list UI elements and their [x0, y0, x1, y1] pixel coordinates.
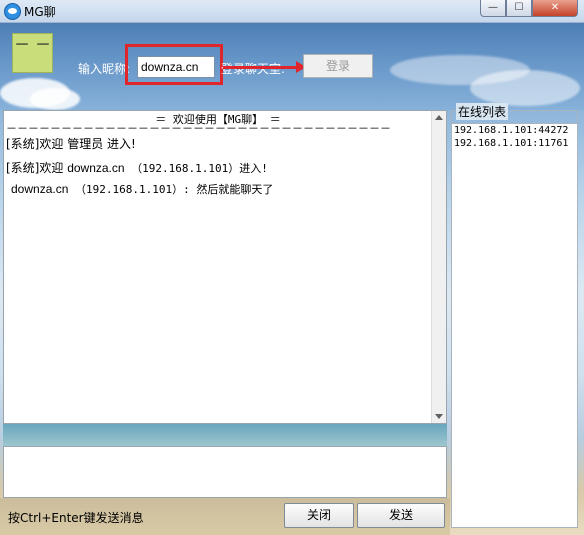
avatar: － － [12, 33, 53, 73]
annotation-arrow-line [223, 66, 299, 69]
online-user-item[interactable]: 192.168.1.101:44272 [454, 125, 568, 136]
app-chat-icon [4, 3, 21, 20]
message-prefix: [系统]欢迎 [6, 161, 68, 175]
title-bar: MG聊 — ☐ ✕ [0, 0, 584, 23]
message-text: （192.168.1.101）进入! [124, 162, 268, 175]
chat-scrollbar[interactable] [431, 111, 446, 423]
minimize-button[interactable]: — [480, 0, 506, 17]
chat-divider: －－－－－－－－－－－－－－－－－－－－－－－－－－－－－－－－－－－ [6, 124, 391, 134]
login-button[interactable]: 登录 [303, 54, 373, 78]
chat-message: [系统]欢迎 downza.cn （192.168.1.101）进入! [6, 159, 268, 176]
send-hint: 按Ctrl+Enter键发送消息 [8, 511, 144, 525]
online-list-title: 在线列表 [456, 103, 509, 120]
online-user-item[interactable]: 192.168.1.101:11761 [454, 138, 568, 149]
chat-message: [系统]欢迎 管理员 进入! [6, 135, 136, 152]
message-sender: downza.cn [67, 161, 125, 175]
message-sender: downza.cn [11, 182, 69, 196]
scroll-down-icon[interactable] [435, 414, 443, 419]
message-input[interactable] [3, 446, 447, 498]
maximize-button[interactable]: ☐ [506, 0, 532, 17]
cloud-decoration [470, 70, 580, 106]
nickname-label: 输入昵称: [78, 62, 131, 76]
message-text: 进入! [103, 137, 136, 151]
message-sender: 管理员 [67, 137, 104, 151]
scroll-up-icon[interactable] [435, 115, 443, 120]
chat-history-panel[interactable]: ＝ 欢迎使用【MG聊】 ＝ －－－－－－－－－－－－－－－－－－－－－－－－－－… [3, 110, 447, 424]
highlight-annotation-box [125, 44, 223, 85]
window-title: MG聊 [24, 5, 56, 19]
chat-window: MG聊 — ☐ ✕ － － 输入昵称: 登录聊天室: 登录 ＝ 欢迎使用【MG聊… [0, 0, 584, 535]
window-close-button[interactable]: ✕ [532, 0, 578, 17]
cloud-decoration [30, 88, 80, 110]
close-button[interactable]: 关闭 [284, 503, 354, 528]
online-user-list[interactable]: 192.168.1.101:44272 192.168.1.101:11761 [451, 123, 578, 528]
chat-message: downza.cn （192.168.1.101）: 然后就能聊天了 [11, 181, 273, 197]
sea-decoration [3, 424, 447, 446]
message-prefix: [系统]欢迎 [6, 137, 68, 151]
message-text: （192.168.1.101）: 然后就能聊天了 [68, 183, 274, 196]
send-button[interactable]: 发送 [357, 503, 445, 528]
